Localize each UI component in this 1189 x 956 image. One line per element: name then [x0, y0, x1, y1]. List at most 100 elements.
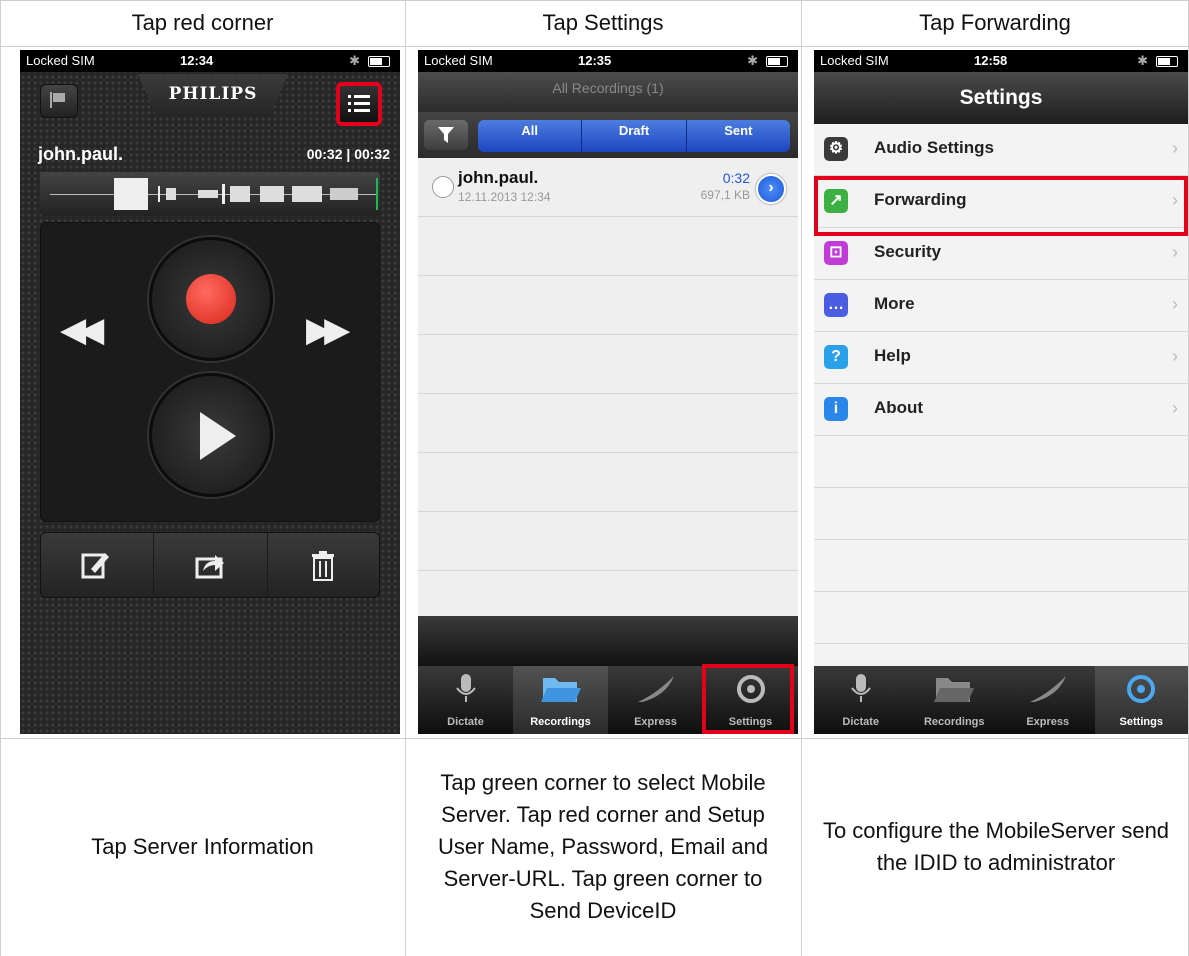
carrier-label: Locked SIM: [820, 53, 889, 68]
rewind-icon[interactable]: ◀◀: [60, 310, 104, 350]
carrier-label: Locked SIM: [26, 53, 95, 68]
filter-button[interactable]: [424, 120, 468, 150]
recorder-header: PHILIPS: [20, 72, 400, 132]
tab-recordings[interactable]: Recordings: [908, 666, 1002, 734]
divider: [153, 533, 154, 597]
filter-bar: All Draft Sent: [418, 112, 798, 158]
record-icon: [186, 274, 236, 324]
highlight-box: [814, 176, 1188, 236]
status-bar: Locked SIM 12:35 ✱: [418, 50, 798, 72]
filter-icon: [438, 127, 454, 143]
tab-express[interactable]: Express: [608, 666, 703, 734]
flag-icon: [50, 92, 65, 108]
bluetooth-icon: ✱: [349, 53, 360, 68]
folder-icon: [540, 678, 581, 702]
settings-item-about[interactable]: i About ›: [814, 384, 1188, 435]
segment-draft[interactable]: Draft: [582, 120, 687, 152]
tab-settings[interactable]: Settings: [1094, 666, 1188, 734]
microphone-icon: [850, 674, 871, 702]
gear-icon: ⚙: [824, 137, 848, 161]
playhead[interactable]: [376, 178, 378, 210]
carrier-label: Locked SIM: [424, 53, 493, 68]
help-icon: ?: [824, 345, 848, 369]
segment-control: All Draft Sent: [478, 120, 790, 152]
clock: 12:34: [180, 53, 214, 68]
step-caption-1: Tap red corner: [131, 10, 274, 35]
tab-recordings[interactable]: Recordings: [513, 666, 608, 734]
battery-icon: [1156, 56, 1178, 67]
info-icon: i: [824, 397, 848, 421]
settings-item-label: About: [874, 398, 924, 417]
list-button[interactable]: [336, 82, 382, 126]
waveform[interactable]: [40, 172, 380, 216]
share-icon[interactable]: [195, 551, 225, 579]
settings-item-help[interactable]: ? Help ›: [814, 332, 1188, 383]
settings-item-audio[interactable]: ⚙ Audio Settings ›: [814, 124, 1188, 175]
recordings-list: john.paul. 12.11.2013 12:34 0:32 697,1 K…: [418, 158, 798, 616]
settings-item-label: Audio Settings: [874, 138, 994, 157]
microphone-icon: [455, 674, 476, 702]
flag-button[interactable]: [40, 84, 78, 118]
tab-label: Dictate: [447, 716, 484, 728]
settings-item-label: Security: [874, 242, 942, 261]
chevron-right-icon: ›: [1172, 346, 1178, 366]
tab-dictate[interactable]: Dictate: [418, 666, 513, 734]
lock-icon: ⊡: [824, 241, 848, 265]
select-radio[interactable]: [432, 176, 454, 198]
step-caption-3: Tap Forwarding: [919, 10, 1071, 35]
segment-sent[interactable]: Sent: [687, 120, 790, 152]
segment-all[interactable]: All: [478, 120, 583, 152]
gear-icon: [1127, 675, 1156, 703]
recorder-screen: Locked SIM 12:34 ✱ PHILIPS john.paul. 00…: [20, 50, 400, 734]
chevron-right-icon: ›: [1172, 242, 1178, 262]
step-caption-5: Tap green corner to select Mobile Server…: [437, 770, 769, 923]
chevron-right-icon: ›: [1172, 398, 1178, 418]
list-item[interactable]: john.paul. 12.11.2013 12:34 0:32 697,1 K…: [418, 158, 798, 216]
more-icon: …: [824, 293, 848, 317]
chevron-right-icon: ›: [1172, 138, 1178, 158]
settings-item-label: Help: [874, 346, 911, 365]
tab-label: Recordings: [923, 716, 985, 728]
toolbar: [418, 616, 798, 666]
express-icon: [637, 676, 674, 702]
settings-screen: Locked SIM 12:58 ✱ Settings ⚙ Audio Sett…: [814, 50, 1188, 734]
step-caption-2: Tap Settings: [542, 10, 664, 35]
recording-duration: 0:32: [722, 170, 750, 186]
bluetooth-icon: ✱: [747, 53, 758, 68]
recording-date: 12.11.2013 12:34: [458, 190, 551, 204]
settings-item-label: More: [874, 294, 915, 313]
divider: [267, 533, 268, 597]
clock: 12:35: [578, 53, 612, 68]
recording-name: john.paul.: [38, 144, 123, 164]
trash-icon[interactable]: [311, 551, 335, 581]
transport-panel: [40, 222, 380, 522]
highlight-box: [702, 664, 794, 734]
step-caption-6: To configure the MobileServer send the I…: [822, 818, 1170, 875]
play-icon: [200, 412, 236, 460]
table-divider: [405, 0, 406, 956]
list-icon: [348, 95, 370, 112]
tab-express[interactable]: Express: [1001, 666, 1095, 734]
recording-size: 697,1 KB: [700, 188, 750, 202]
brand-logo: PHILIPS: [138, 74, 288, 116]
tab-dictate[interactable]: Dictate: [814, 666, 908, 734]
status-bar: Locked SIM 12:58 ✱: [814, 50, 1188, 72]
bluetooth-icon: ✱: [1137, 53, 1148, 68]
record-button[interactable]: [149, 237, 273, 361]
status-bar: Locked SIM 12:34 ✱: [20, 50, 400, 72]
nav-title: All Recordings (1): [418, 72, 798, 112]
recording-name: john.paul.: [458, 168, 539, 187]
battery-icon: [766, 56, 788, 67]
recording-time: 00:32 | 00:32: [306, 146, 390, 162]
tab-label: Settings: [1119, 716, 1163, 728]
edit-icon[interactable]: [81, 551, 109, 579]
play-button[interactable]: [149, 373, 273, 497]
fast-forward-icon[interactable]: ▶▶: [306, 310, 350, 350]
waveform-graphic: [114, 178, 358, 210]
table-divider: [0, 46, 1189, 47]
table-divider: [801, 0, 802, 956]
tab-label: Express: [1026, 716, 1070, 728]
tab-label: Express: [634, 716, 677, 728]
settings-item-more[interactable]: … More ›: [814, 280, 1188, 331]
chevron-right-icon[interactable]: ›: [756, 174, 786, 204]
